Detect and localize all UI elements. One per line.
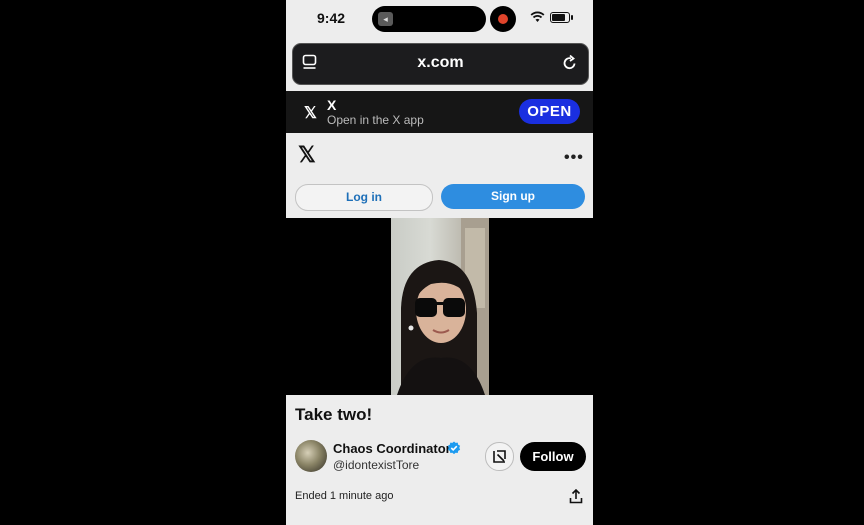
reload-icon[interactable]	[562, 54, 578, 72]
open-in-new-button[interactable]	[485, 442, 514, 471]
x-logo-icon: 𝕏	[304, 105, 317, 122]
banner-subtitle: Open in the X app	[327, 113, 424, 127]
verified-badge-icon	[447, 441, 461, 455]
follow-button[interactable]: Follow	[520, 442, 586, 471]
login-button[interactable]: Log in	[295, 184, 433, 211]
x-logo-icon[interactable]: 𝕏	[298, 142, 316, 168]
broadcast-status: Ended 1 minute ago	[295, 490, 394, 502]
battery-tip	[571, 15, 573, 20]
address-bar[interactable]: x.com	[292, 43, 589, 85]
share-icon[interactable]	[569, 489, 583, 504]
open-in-app-banner[interactable]: 𝕏 X Open in the X app OPEN	[286, 91, 593, 133]
battery-icon	[550, 12, 570, 23]
more-icon[interactable]: •••	[564, 149, 584, 167]
wifi-icon	[530, 11, 545, 22]
status-bar: 9:42 ◂	[286, 0, 593, 38]
post-text: Take two!	[295, 405, 373, 424]
woman-with-sunglasses-image	[397, 218, 489, 395]
recording-indicator-icon	[490, 6, 516, 32]
speaker-icon: ◂	[378, 12, 393, 26]
url-text[interactable]: x.com	[293, 54, 588, 72]
author-name[interactable]: Chaos Coordinator	[333, 441, 451, 456]
open-in-new-icon	[493, 450, 506, 463]
video-player[interactable]	[286, 218, 593, 395]
phone-screen: 9:42 ◂ x.com 𝕏 X Open in the X app OPEN …	[286, 0, 593, 525]
video-frame	[391, 218, 489, 395]
site-header: 𝕏 •••	[286, 133, 593, 179]
open-app-button[interactable]: OPEN	[519, 99, 580, 124]
avatar[interactable]	[295, 440, 327, 472]
banner-title: X	[327, 97, 337, 113]
status-time: 9:42	[317, 10, 346, 26]
dynamic-island: ◂	[372, 6, 486, 32]
author-handle[interactable]: @idontexistTore	[333, 458, 419, 472]
signup-button[interactable]: Sign up	[441, 184, 585, 209]
